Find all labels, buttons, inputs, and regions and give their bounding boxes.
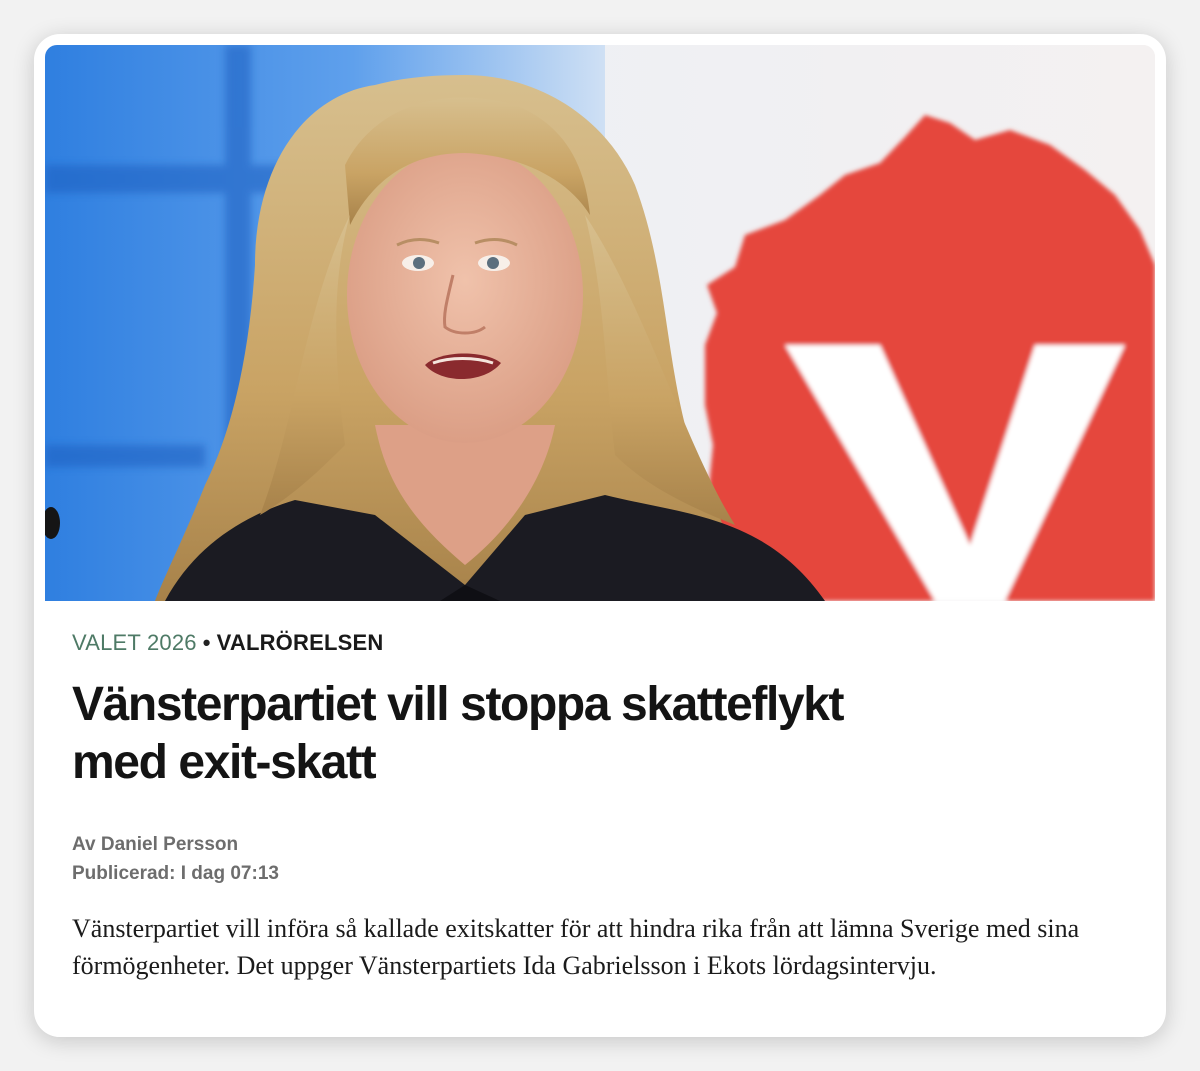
article-lead: Vänsterpartiet vill införa så kallade ex… bbox=[72, 914, 1080, 980]
article-kicker[interactable]: VALET 2026 • VALRÖRELSEN bbox=[72, 630, 383, 656]
byline: Av Daniel Persson bbox=[72, 834, 239, 855]
section-label[interactable]: VALET 2026 bbox=[72, 630, 197, 655]
hero-image bbox=[45, 45, 1155, 601]
content-fade bbox=[34, 1021, 1166, 1037]
article-meta: Av Daniel Persson Publicerad: I dag 07:1… bbox=[72, 830, 279, 888]
subsection-label[interactable]: VALRÖRELSEN bbox=[217, 630, 384, 655]
article-card[interactable]: VALET 2026 • VALRÖRELSEN Vänsterpartiet vi… bbox=[34, 34, 1166, 1037]
article-headline[interactable]: Vänsterpartiet vill stoppa skatteflykt m… bbox=[72, 676, 892, 792]
kicker-separator: • bbox=[202, 630, 211, 655]
published-time: Publicerad: I dag 07:13 bbox=[72, 863, 279, 884]
